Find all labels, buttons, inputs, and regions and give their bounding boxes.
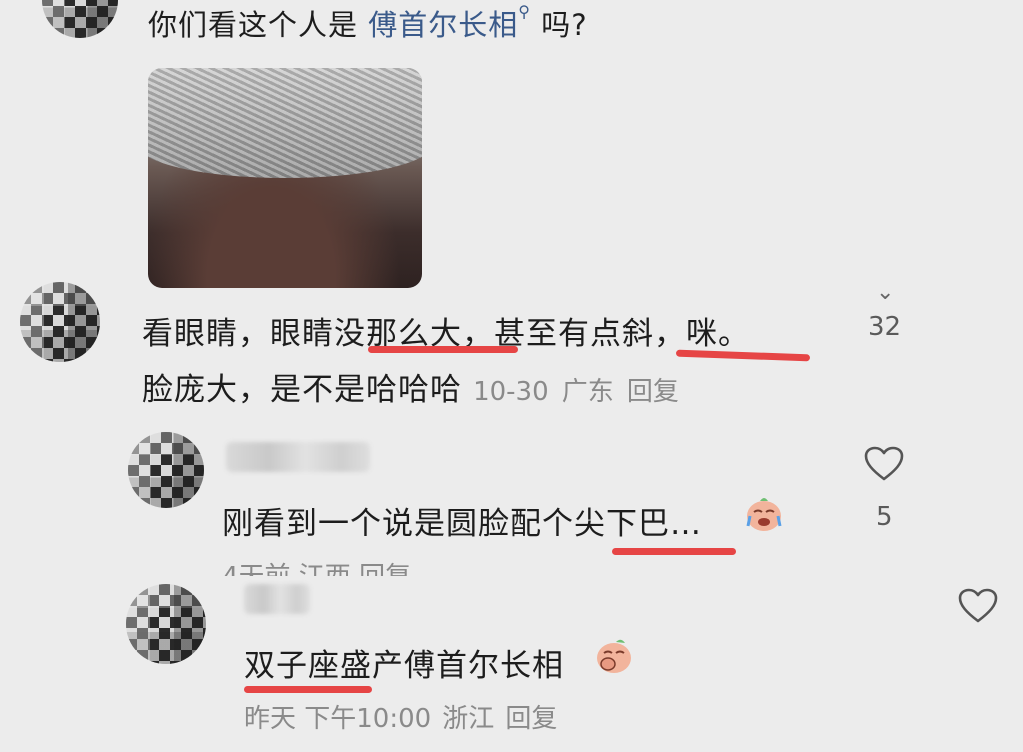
post-text: 你们看这个人是 傅首尔长相⚲ 吗? [148, 2, 588, 44]
comment-text-part: 看眼睛，眼睛 [142, 316, 334, 352]
avatar[interactable] [42, 0, 118, 38]
heart-icon[interactable] [958, 588, 998, 624]
like-count: 5 [876, 502, 893, 532]
comment-text: 刚看到一个说是圆脸配个尖下巴… [222, 498, 702, 543]
covering-mouth-face-emoji [597, 639, 631, 673]
comment-text-line2: 脸庞大，是不是哈哈哈 10-30 广东 回复 [142, 364, 679, 409]
comment-text-part: 产傅首尔长相 [372, 648, 564, 684]
post-text-prefix: 你们看这个人是 [148, 8, 359, 42]
reply-button[interactable]: 回复 [627, 377, 679, 407]
post-image[interactable] [148, 68, 422, 288]
username-redacted[interactable] [244, 584, 310, 614]
comment-text-part: 脸庞大，是不是哈哈哈 [142, 372, 462, 408]
highlight-underline [675, 349, 811, 362]
search-icon[interactable]: ⚲ [518, 2, 531, 21]
comment-text-part: 斜 [622, 316, 654, 352]
comment-text-part: 尖下巴 [574, 506, 670, 542]
comment-location: 浙江 [442, 704, 495, 734]
comment-text-part: 刚看到一个说是圆脸配个 [222, 506, 574, 542]
comment-text-part: ， [654, 316, 686, 352]
comment-time: 昨天 下午10:00 [244, 704, 432, 734]
avatar[interactable] [128, 432, 204, 508]
avatar[interactable] [20, 282, 100, 362]
post-text-suffix: 吗? [541, 8, 588, 42]
avatar[interactable] [126, 584, 206, 664]
like-count: 32 [868, 312, 902, 342]
expand-chevron-icon[interactable]: ⌄ [876, 280, 894, 305]
highlight-underline [368, 346, 518, 353]
comment-text-part: 咪。 [686, 316, 750, 352]
heart-icon[interactable] [864, 446, 904, 482]
highlight-underline [612, 548, 736, 555]
comment-text-part: … [670, 506, 702, 542]
comment-text-part: 双子座盛 [244, 648, 372, 684]
crying-face-emoji [746, 498, 782, 531]
search-link[interactable]: 傅首尔长相 [368, 8, 518, 42]
comment-meta-partial: 4天前 江西 回复 [222, 556, 411, 576]
comment-text: 双子座盛产傅首尔长相 [244, 640, 564, 685]
reply-button[interactable]: 回复 [505, 704, 557, 734]
username-redacted[interactable] [226, 442, 370, 472]
highlight-underline [244, 686, 372, 693]
comment-location: 广东 [561, 377, 614, 407]
comment-meta: 昨天 下午10:00 浙江 回复 [244, 698, 557, 735]
comment-time: 10-30 [473, 377, 549, 407]
